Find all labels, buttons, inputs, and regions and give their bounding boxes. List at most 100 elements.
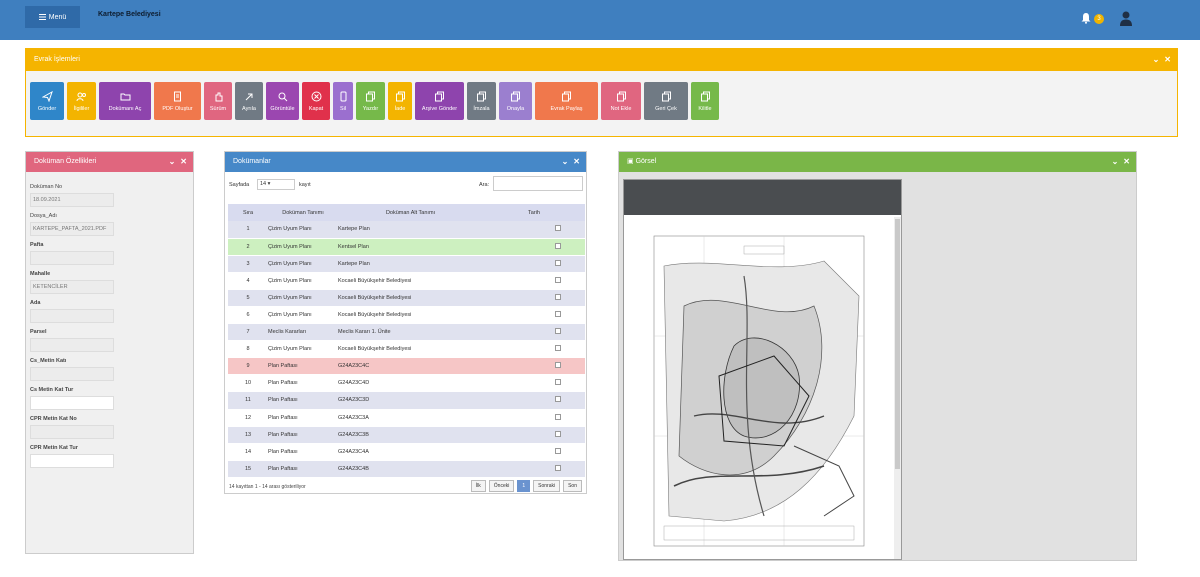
scrollbar-thumb[interactable]	[895, 219, 900, 469]
cell-type: Meclis Kararları	[268, 323, 338, 342]
operation-button-15[interactable]: Not Ekle	[601, 82, 641, 120]
operation-button-5[interactable]: Ayrıla	[235, 82, 263, 120]
cell-subtype: Meclis Kararı 1. Ünite	[338, 323, 483, 342]
cell-no: 14	[228, 443, 268, 461]
cell-type: Plan Paftası	[268, 409, 338, 427]
previous-page-button[interactable]: Önceki	[488, 480, 515, 492]
first-page-button[interactable]: İlk	[470, 480, 486, 492]
operation-button-7[interactable]: Kapat	[302, 82, 330, 120]
table-row[interactable]: 10 Plan Paftası G24A23C4D	[228, 374, 585, 393]
close-icon[interactable]: ✕	[573, 152, 580, 172]
document-viewer[interactable]	[623, 179, 902, 560]
operation-button-16[interactable]: Geri Çek	[644, 82, 688, 120]
copy-icon	[562, 91, 571, 101]
search-input[interactable]	[493, 176, 583, 191]
document-properties-panel: Doküman Özellikleri ⌄ ✕ Doküman No 18.09.…	[25, 151, 194, 554]
image-icon: ▣	[627, 158, 636, 165]
field-input[interactable]: KETENCİLER	[30, 280, 114, 294]
cell-type: Çizim Uyum Planı	[268, 340, 338, 359]
operation-button-6[interactable]: Görüntüle	[266, 82, 299, 120]
bell-icon[interactable]	[1080, 12, 1092, 24]
close-icon[interactable]: ✕	[1164, 49, 1171, 71]
operation-button-2[interactable]: Dokümanı Aç	[99, 82, 151, 120]
table-row[interactable]: 2 Çizim Uyum Planı Kentsel Plan	[228, 238, 585, 256]
current-page-button[interactable]: 1	[517, 480, 531, 492]
column-header-subtype[interactable]: Doküman Alt Tanımı	[338, 204, 483, 221]
field-input[interactable]: 18.09.2021	[30, 193, 114, 207]
field-input[interactable]	[30, 396, 114, 410]
operation-button-9[interactable]: Yazdır	[356, 82, 385, 120]
field-label: Parsel	[30, 329, 47, 335]
cell-type: Plan Paftası	[268, 357, 338, 376]
collapse-icon[interactable]: ⌄	[1153, 49, 1160, 71]
row-checkbox[interactable]	[555, 413, 561, 420]
collapse-icon[interactable]: ⌄	[1112, 152, 1119, 172]
column-header-no[interactable]: Sıra	[228, 204, 268, 221]
viewer-scrollbar[interactable]	[894, 217, 901, 559]
field-label: Pafta	[30, 242, 44, 248]
table-row[interactable]: 1 Çizim Uyum Planı Kartepe Plan	[228, 221, 585, 239]
operation-button-1[interactable]: İlgililer	[67, 82, 96, 120]
operation-button-10[interactable]: İade	[388, 82, 412, 120]
row-checkbox[interactable]	[555, 396, 561, 403]
operation-button-11[interactable]: Arşive Gönder	[415, 82, 464, 120]
column-header-date[interactable]: Tarih	[483, 204, 585, 221]
field-input[interactable]	[30, 454, 114, 468]
field-input[interactable]	[30, 425, 114, 439]
operation-button-13[interactable]: Onayla	[499, 82, 532, 120]
table-row[interactable]: 9 Plan Paftası G24A23C4C	[228, 357, 585, 376]
table-row[interactable]: 3 Çizim Uyum Planı Kartepe Plan	[228, 255, 585, 273]
cell-type: Çizim Uyum Planı	[268, 238, 338, 256]
collapse-icon[interactable]: ⌄	[169, 152, 176, 172]
operation-button-14[interactable]: Evrak Paylaş	[535, 82, 598, 120]
operation-button-8[interactable]: Sil	[333, 82, 353, 120]
row-checkbox[interactable]	[555, 242, 561, 249]
field-input[interactable]	[30, 251, 114, 265]
row-checkbox[interactable]	[555, 379, 561, 386]
field-input[interactable]	[30, 338, 114, 352]
operation-label: Sürüm	[209, 105, 227, 112]
operation-button-3[interactable]: PDF Oluştur	[154, 82, 201, 120]
field-input[interactable]	[30, 309, 114, 323]
operation-button-4[interactable]: Sürüm	[204, 82, 232, 120]
column-header-type[interactable]: Doküman Tanımı	[268, 204, 338, 221]
collapse-icon[interactable]: ⌄	[562, 152, 569, 172]
table-row[interactable]: 5 Çizim Uyum Planı Kocaeli Büyükşehir Bele…	[228, 289, 585, 307]
row-checkbox[interactable]	[555, 293, 561, 300]
field-input[interactable]: KARTEPE_PAFTA_2021.PDF	[30, 222, 114, 236]
table-row[interactable]: 12 Plan Paftası G24A23C3A	[228, 409, 585, 427]
table-row[interactable]: 15 Plan Paftası G24A23C4B	[228, 460, 585, 478]
close-icon[interactable]: ✕	[1123, 152, 1130, 172]
row-checkbox[interactable]	[555, 345, 561, 352]
properties-header: Doküman Özellikleri ⌄ ✕	[26, 152, 193, 172]
last-page-button[interactable]: Son	[563, 480, 582, 492]
table-row[interactable]: 7 Meclis Kararları Meclis Kararı 1. Ünite	[228, 323, 585, 342]
arrow-icon	[245, 93, 252, 100]
row-checkbox[interactable]	[555, 328, 561, 335]
table-row[interactable]: 8 Çizim Uyum Planı Kocaeli Büyükşehir Bele…	[228, 340, 585, 359]
row-checkbox[interactable]	[555, 430, 561, 437]
row-checkbox[interactable]	[555, 311, 561, 318]
row-checkbox[interactable]	[555, 225, 561, 232]
page-size-select[interactable]: 14 ▾	[257, 179, 295, 190]
table-row[interactable]: 13 Plan Paftası G24A23C3B	[228, 426, 585, 444]
cell-no: 13	[228, 426, 268, 444]
operation-button-17[interactable]: Kilitle	[691, 82, 719, 120]
close-icon[interactable]: ✕	[180, 152, 187, 172]
row-checkbox[interactable]	[555, 362, 561, 369]
table-row[interactable]: 4 Çizim Uyum Planı Kocaeli Büyükşehir Bele…	[228, 272, 585, 290]
field-input[interactable]	[30, 367, 114, 381]
menu-button[interactable]: Menü	[25, 6, 80, 28]
operation-button-0[interactable]: Gönder	[30, 82, 64, 120]
table-row[interactable]: 11 Plan Paftası G24A23C3D	[228, 391, 585, 410]
operation-button-12[interactable]: İmzala	[467, 82, 496, 120]
table-row[interactable]: 14 Plan Paftası G24A23C4A	[228, 443, 585, 461]
row-checkbox[interactable]	[555, 447, 561, 454]
operations-header: Evrak İşlemleri ⌄ ✕	[26, 49, 1177, 71]
row-checkbox[interactable]	[555, 276, 561, 283]
user-avatar-icon[interactable]	[1118, 10, 1134, 26]
next-page-button[interactable]: Sonraki	[533, 480, 561, 492]
row-checkbox[interactable]	[555, 259, 561, 266]
table-row[interactable]: 6 Çizim Uyum Planı Kocaeli Büyükşehir Bele…	[228, 306, 585, 325]
row-checkbox[interactable]	[555, 464, 561, 471]
